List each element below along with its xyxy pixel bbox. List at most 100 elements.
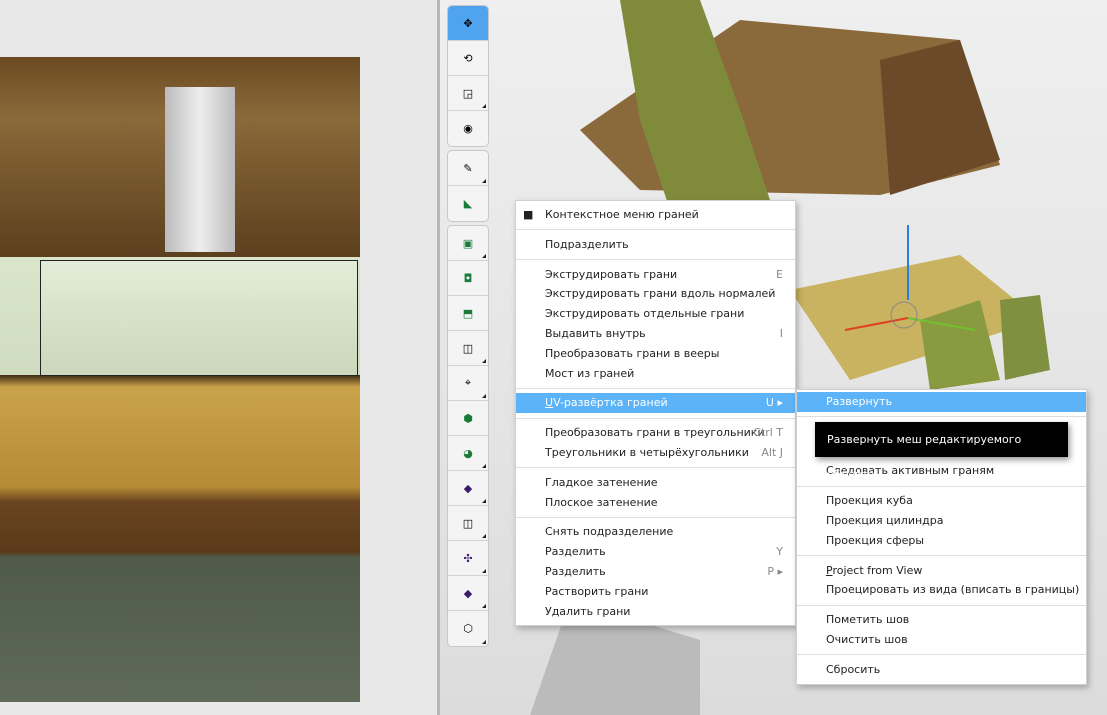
menu-title-label: Контекстное меню граней bbox=[545, 208, 699, 221]
label: Удалить грани bbox=[545, 604, 631, 618]
shortcut: I bbox=[779, 326, 783, 340]
menu-item-shade-smooth[interactable]: Гладкое затенение bbox=[516, 473, 795, 493]
label: roject from View bbox=[832, 563, 923, 577]
label-mnemonic: U bbox=[545, 396, 554, 410]
label: Плоское затенение bbox=[545, 495, 658, 509]
submenu-item-unwrap[interactable]: Развернуть bbox=[797, 392, 1086, 412]
separator bbox=[797, 604, 1086, 606]
menu-item-uv-unwrap[interactable]: UV-развёртка граней U ▸ bbox=[516, 393, 795, 414]
face-menu-icon: ■ bbox=[523, 208, 534, 221]
label: Разделить bbox=[545, 564, 606, 578]
tooltip: Развернуть меш редактируемого объекта. bbox=[815, 422, 1068, 481]
menu-item-bridge[interactable]: Мост из граней bbox=[516, 364, 795, 384]
separator bbox=[516, 467, 795, 469]
annotate-tool-button[interactable]: ✎ bbox=[448, 151, 488, 186]
shear-tool-button[interactable]: ◆ bbox=[448, 576, 488, 611]
label: Преобразовать грани в вееры bbox=[545, 346, 720, 360]
shortcut: Alt J bbox=[761, 445, 783, 459]
rotate-tool-button[interactable]: ⟲ bbox=[448, 41, 488, 76]
move-icon: ✥ bbox=[463, 16, 473, 30]
edge-slide-tool-button[interactable]: ◫ bbox=[448, 506, 488, 541]
menu-item-triangulate[interactable]: Преобразовать грани в треугольники Ctrl T bbox=[516, 423, 795, 443]
uv-selected-face[interactable] bbox=[40, 260, 358, 376]
menu-item-extrude-faces[interactable]: Экструдировать грани E bbox=[516, 265, 795, 285]
label: Пометить шов bbox=[826, 613, 910, 627]
loop-cut-icon: ◫ bbox=[462, 341, 474, 355]
separator bbox=[516, 516, 795, 518]
submenu-item-cube-projection[interactable]: Проекция куба bbox=[797, 491, 1086, 511]
bevel-tool-button[interactable]: ⬒ bbox=[448, 296, 488, 331]
spin-tool-button[interactable]: ◕ bbox=[448, 436, 488, 471]
separator bbox=[516, 387, 795, 389]
scale-tool-button[interactable]: ◲ bbox=[448, 76, 488, 111]
tool-group-annotate: ✎ ◣ bbox=[447, 150, 489, 222]
shrink-fatten-tool-button[interactable]: ✣ bbox=[448, 541, 488, 576]
submenu-item-project-from-view-bounds[interactable]: Проецировать из вида (вписать в границы) bbox=[797, 580, 1086, 600]
transform-tool-button[interactable]: ◉ bbox=[448, 111, 488, 146]
label: Проекция сферы bbox=[826, 533, 925, 547]
inset-icon: ◘ bbox=[463, 271, 473, 285]
menu-item-extrude-individual[interactable]: Экструдировать отдельные грани bbox=[516, 304, 795, 324]
extrude-tool-button[interactable]: ▣ bbox=[448, 226, 488, 261]
menu-item-subdivide[interactable]: Подразделить bbox=[516, 235, 795, 255]
label: Сбросить bbox=[826, 662, 881, 676]
label: Проекция цилиндра bbox=[826, 513, 944, 527]
measure-tool-button[interactable]: ◣ bbox=[448, 186, 488, 221]
scale-icon: ◲ bbox=[462, 86, 474, 100]
label: V-развёртка граней bbox=[553, 396, 668, 410]
menu-item-dissolve-faces[interactable]: Растворить грани bbox=[516, 582, 795, 602]
label: Растворить грани bbox=[545, 584, 649, 598]
menu-item-poke[interactable]: Преобразовать грани в вееры bbox=[516, 344, 795, 364]
label: Мост из граней bbox=[545, 366, 635, 380]
texture-column bbox=[165, 87, 235, 252]
menu-title: ■ Контекстное меню граней bbox=[516, 205, 795, 225]
shortcut: Y bbox=[776, 545, 783, 559]
rip-tool-button[interactable]: ⬡ bbox=[448, 611, 488, 646]
transform-icon: ◉ bbox=[463, 122, 473, 135]
label: Гладкое затенение bbox=[545, 475, 658, 489]
loop-cut-tool-button[interactable]: ◫ bbox=[448, 331, 488, 366]
menu-item-delete-faces[interactable]: Удалить грани bbox=[516, 602, 795, 622]
label: Экструдировать грани вдоль нормалей bbox=[545, 287, 776, 301]
ruler-icon: ◣ bbox=[463, 197, 473, 210]
submenu-item-mark-seam[interactable]: Пометить шов bbox=[797, 610, 1086, 630]
shortcut: U ▸ bbox=[765, 396, 783, 410]
face-context-menu: ■ Контекстное меню граней Подразделить Эк… bbox=[515, 200, 796, 627]
poly-build-icon: ⬢ bbox=[463, 411, 473, 425]
submenu-item-reset[interactable]: Сбросить bbox=[797, 660, 1086, 680]
menu-item-extrude-along-normals[interactable]: Экструдировать грани вдоль нормалей bbox=[516, 284, 795, 304]
poly-build-tool-button[interactable]: ⬢ bbox=[448, 401, 488, 436]
shortcut: Ctrl T bbox=[753, 426, 783, 440]
submenu-item-cylinder-projection[interactable]: Проекция цилиндра bbox=[797, 511, 1086, 531]
label: Выдавить внутрь bbox=[545, 326, 646, 340]
inset-tool-button[interactable]: ◘ bbox=[448, 261, 488, 296]
separator bbox=[797, 416, 1086, 418]
spin-icon: ◕ bbox=[463, 446, 473, 460]
shortcut: E bbox=[776, 267, 783, 281]
submenu-item-clear-seam[interactable]: Очистить шов bbox=[797, 630, 1086, 650]
rotate-icon: ⟲ bbox=[463, 51, 473, 65]
knife-icon: ⌖ bbox=[464, 376, 472, 389]
separator bbox=[797, 654, 1086, 656]
menu-item-un-subdivide[interactable]: Снять подразделение bbox=[516, 522, 795, 542]
shortcut: P ▸ bbox=[767, 564, 783, 578]
label: Снять подразделение bbox=[545, 525, 674, 539]
submenu-item-sphere-projection[interactable]: Проекция сферы bbox=[797, 531, 1086, 551]
menu-item-split[interactable]: Разделить Y bbox=[516, 542, 795, 562]
bevel-icon: ⬒ bbox=[462, 306, 474, 320]
uv-editor[interactable] bbox=[0, 0, 437, 715]
menu-item-tris-to-quads[interactable]: Треугольники в четырёхугольники Alt J bbox=[516, 443, 795, 463]
tool-group-transform: ✥ ⟲ ◲ ◉ bbox=[447, 5, 489, 147]
smooth-tool-button[interactable]: ◆ bbox=[448, 471, 488, 506]
separator bbox=[516, 259, 795, 261]
label: Подразделить bbox=[545, 237, 629, 251]
menu-item-shade-flat[interactable]: Плоское затенение bbox=[516, 493, 795, 513]
knife-tool-button[interactable]: ⌖ bbox=[448, 366, 488, 401]
move-tool-button[interactable]: ✥ bbox=[448, 6, 488, 41]
menu-item-inset[interactable]: Выдавить внутрь I bbox=[516, 324, 795, 344]
label: Очистить шов bbox=[826, 632, 908, 646]
submenu-item-project-from-view[interactable]: Project from View bbox=[797, 561, 1086, 581]
menu-item-separate[interactable]: Разделить P ▸ bbox=[516, 562, 795, 582]
label: Треугольники в четырёхугольники bbox=[545, 445, 749, 459]
rip-icon: ⬡ bbox=[463, 622, 473, 635]
